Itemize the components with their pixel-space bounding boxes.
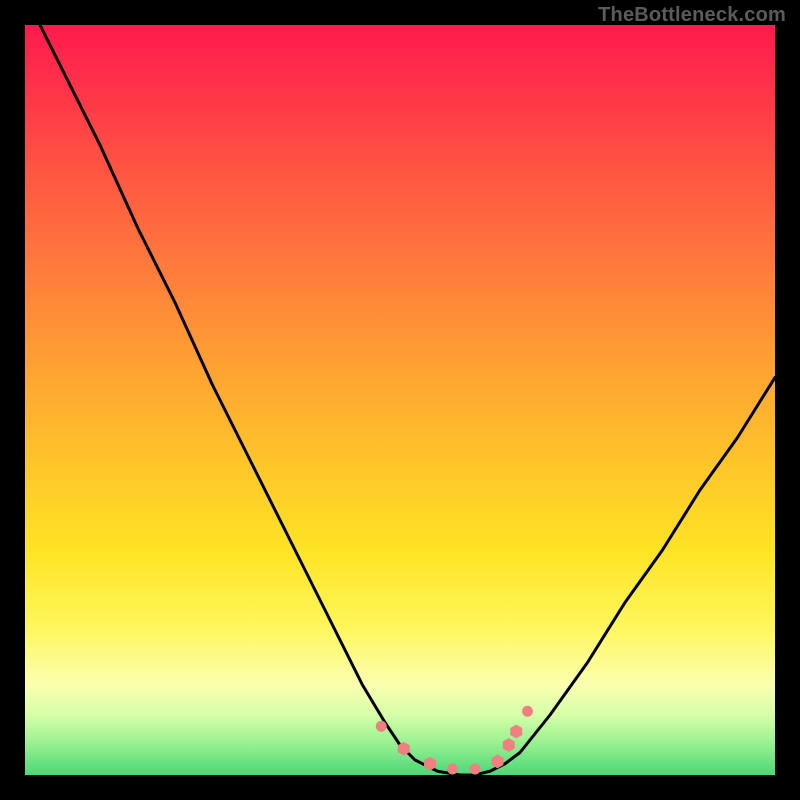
- plot-area: [25, 25, 775, 775]
- bottleneck-curve: [25, 25, 775, 775]
- curve-marker: [503, 739, 514, 752]
- curve-marker: [425, 757, 436, 770]
- watermark-text: TheBottleneck.com: [598, 4, 786, 27]
- outer-frame: TheBottleneck.com: [0, 0, 800, 800]
- bottleneck-curve-path: [25, 25, 775, 775]
- chart-svg-layer: [25, 25, 775, 775]
- curve-marker: [448, 764, 458, 774]
- curve-marker: [376, 721, 386, 731]
- curve-marker: [398, 742, 409, 755]
- curve-markers: [376, 706, 532, 774]
- curve-marker: [470, 764, 480, 774]
- curve-marker: [511, 725, 522, 738]
- curve-marker: [523, 706, 533, 716]
- curve-marker: [492, 755, 503, 768]
